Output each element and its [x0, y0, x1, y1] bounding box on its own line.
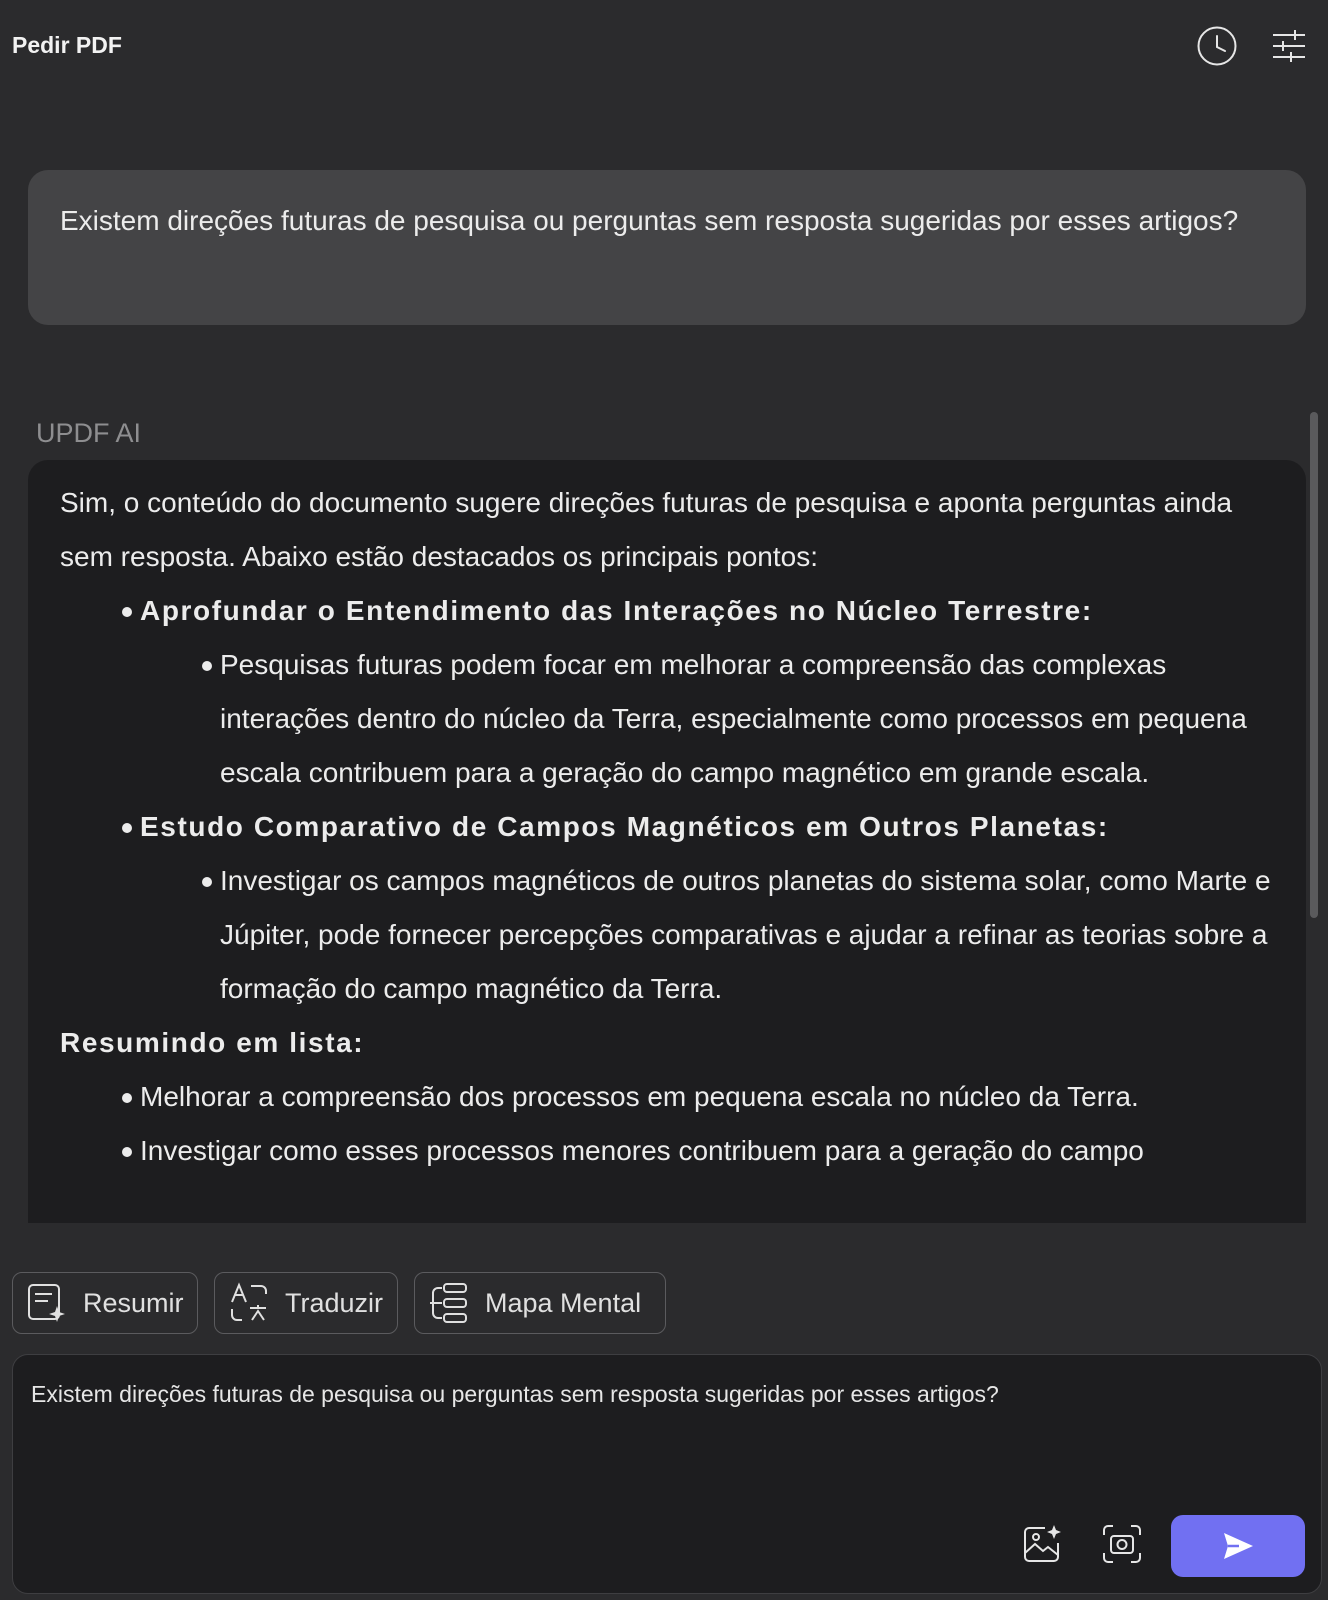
list-item: Estudo Comparativo de Campos Magnéticos … [60, 800, 1276, 854]
summarize-label: Resumir [83, 1287, 184, 1318]
mind-map-icon [427, 1281, 471, 1325]
history-icon[interactable] [1195, 24, 1239, 68]
ai-response-bubble: Sim, o conteúdo do documento sugere dire… [28, 460, 1306, 1223]
translate-icon [227, 1281, 271, 1325]
panel-title: Pedir PDF [12, 32, 122, 58]
settings-sliders-icon[interactable] [1267, 24, 1311, 68]
bullet-icon [122, 1093, 132, 1103]
ai-intro-text: Sim, o conteúdo do documento sugere dire… [60, 487, 1233, 572]
camera-icon[interactable] [1099, 1521, 1145, 1567]
list-item: Investigar os campos magnéticos de outro… [60, 854, 1276, 1016]
point-detail: Pesquisas futuras podem focar em melhora… [220, 649, 1247, 788]
summary-heading: Resumindo em lista: [60, 1027, 365, 1058]
bullet-icon [122, 823, 132, 833]
point-heading: Estudo Comparativo de Campos Magnéticos … [140, 811, 1109, 842]
bullet-icon [202, 661, 212, 671]
header-bar: Pedir PDF [0, 0, 1328, 96]
bullet-icon [122, 1147, 132, 1157]
summarize-icon [25, 1281, 69, 1325]
list-item: Investigar como esses processos menores … [60, 1124, 1276, 1178]
summary-item: Investigar como esses processos menores … [140, 1135, 1144, 1166]
message-input[interactable]: Existem direções futuras de pesquisa ou … [31, 1377, 1301, 1497]
list-item: Pesquisas futuras podem focar em melhora… [60, 638, 1276, 800]
bullet-icon [202, 877, 212, 887]
list-item: Melhorar a compreensão dos processos em … [60, 1070, 1276, 1124]
send-icon [1224, 1533, 1253, 1559]
point-detail: Investigar os campos magnéticos de outro… [220, 865, 1271, 1004]
ai-sender-label: UPDF AI [36, 418, 142, 448]
chat-scrollbar[interactable] [1310, 412, 1318, 918]
summary-item: Melhorar a compreensão dos processos em … [140, 1081, 1139, 1112]
mind-map-button[interactable]: Mapa Mental [414, 1272, 666, 1334]
image-ai-icon[interactable] [1019, 1521, 1065, 1567]
send-button[interactable] [1171, 1515, 1305, 1577]
mind-map-label: Mapa Mental [485, 1287, 642, 1318]
list-item: Aprofundar o Entendimento das Interações… [60, 584, 1276, 638]
point-heading: Aprofundar o Entendimento das Interações… [140, 595, 1093, 626]
user-message-bubble: Existem direções futuras de pesquisa ou … [28, 170, 1306, 325]
summarize-button[interactable]: Resumir [12, 1272, 198, 1334]
bullet-icon [122, 607, 132, 617]
translate-label: Traduzir [285, 1287, 384, 1318]
translate-button[interactable]: Traduzir [214, 1272, 398, 1334]
message-composer: Existem direções futuras de pesquisa ou … [12, 1354, 1322, 1594]
